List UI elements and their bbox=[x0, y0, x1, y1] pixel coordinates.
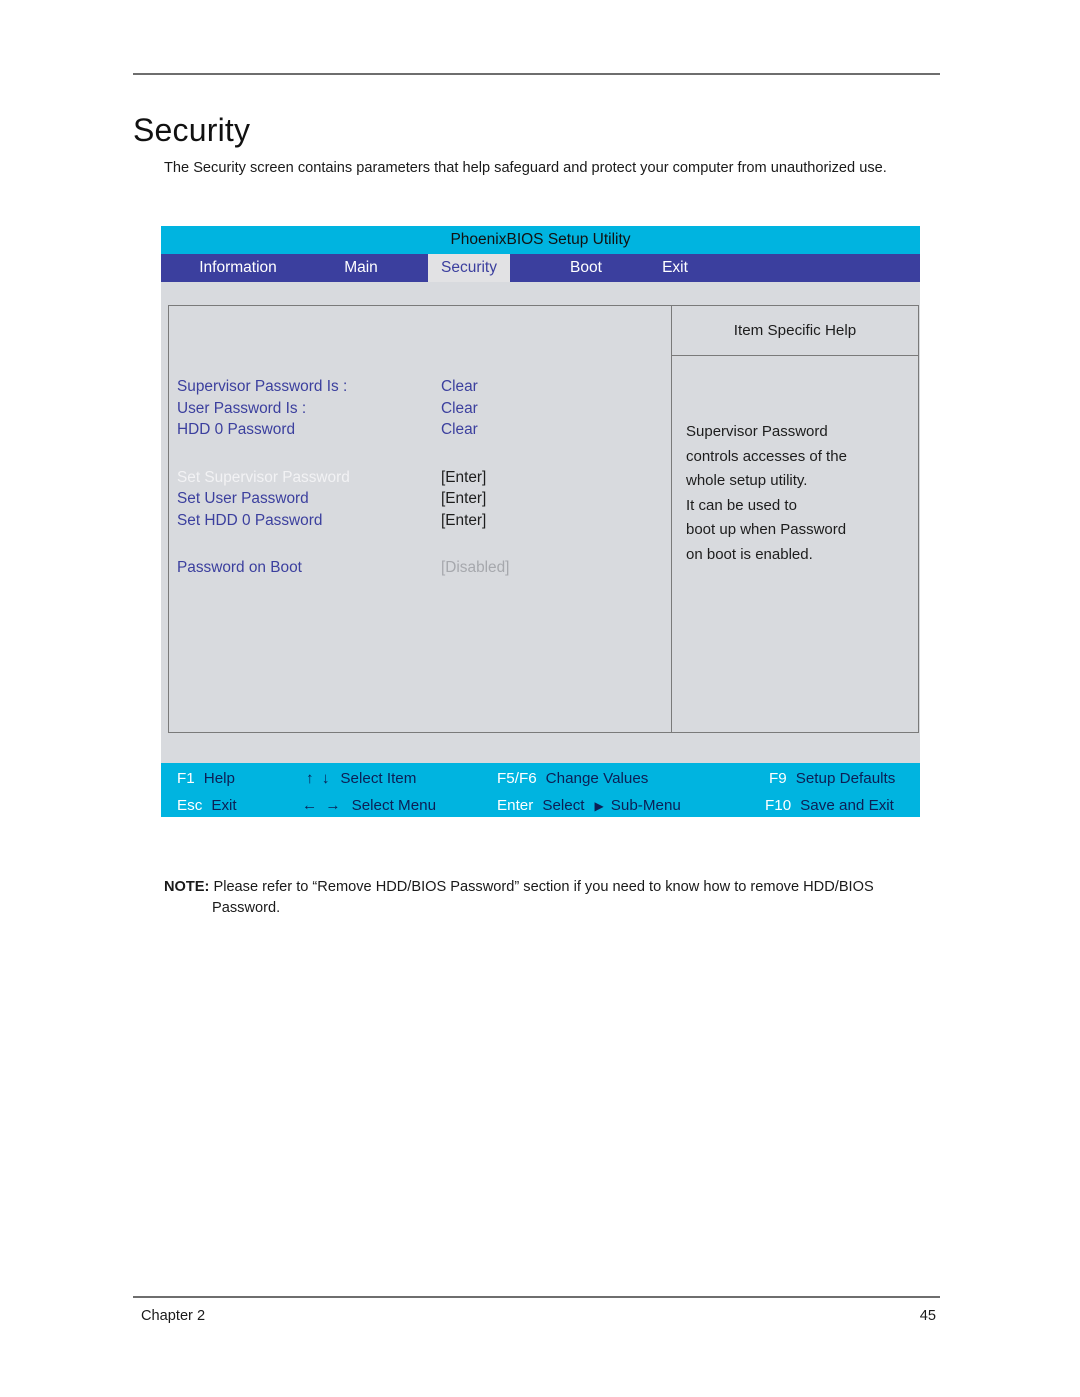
row-set-hdd-0-password[interactable]: Set HDD 0 Password [Enter] bbox=[177, 510, 667, 532]
tab-exit-label: Exit bbox=[662, 259, 688, 276]
bios-key-legend-bar: F1 Help ↑ ↓ Select Item F5/F6 Change Val… bbox=[161, 763, 920, 817]
key-description: Select bbox=[542, 797, 585, 814]
page-number: 45 bbox=[919, 1308, 936, 1324]
key-label: F1 bbox=[177, 770, 195, 787]
key-description: Setup Defaults bbox=[795, 770, 896, 787]
row-set-supervisor-password[interactable]: Set Supervisor Password [Enter] bbox=[177, 467, 667, 489]
page-bottom-rule bbox=[133, 1296, 940, 1298]
row-value: [Disabled] bbox=[441, 559, 510, 576]
bios-panels: Supervisor Password Is : Clear User Pass… bbox=[168, 305, 920, 735]
page-title: Security bbox=[133, 112, 251, 149]
tab-exit[interactable]: Exit bbox=[644, 254, 706, 282]
help-panel-title-label: Item Specific Help bbox=[733, 322, 857, 339]
row-user-password-is[interactable]: User Password Is : Clear bbox=[177, 398, 667, 420]
key-enter-select-submenu[interactable]: Enter Select ▶ Sub-Menu bbox=[497, 792, 681, 819]
intro-paragraph: The Security screen contains parameters … bbox=[164, 159, 887, 176]
key-label: Esc bbox=[177, 797, 203, 814]
help-line: whole setup utility. bbox=[686, 472, 808, 490]
key-description: Change Values bbox=[545, 770, 649, 787]
tab-boot[interactable]: Boot bbox=[548, 254, 624, 282]
row-label: Set User Password bbox=[177, 490, 309, 507]
row-label: Set HDD 0 Password bbox=[177, 511, 323, 529]
row-label: Supervisor Password Is : bbox=[177, 378, 348, 395]
bios-setup-screen: PhoenixBIOS Setup Utility Information Ma… bbox=[161, 226, 920, 817]
row-value: Clear bbox=[441, 421, 478, 438]
tab-boot-label: Boot bbox=[570, 259, 602, 276]
key-esc-exit[interactable]: Esc Exit bbox=[177, 792, 237, 819]
key-description: Help bbox=[203, 770, 235, 787]
row-value: [Enter] bbox=[441, 511, 487, 529]
arrow-up-down-icon: ↑ ↓ bbox=[306, 770, 332, 787]
key-label: F9 bbox=[769, 770, 787, 787]
row-label: Password on Boot bbox=[177, 559, 302, 576]
settings-panel: Supervisor Password Is : Clear User Pass… bbox=[168, 305, 672, 733]
bios-menu-bar: Information Main Security Boot Exit bbox=[161, 254, 920, 282]
row-spacer bbox=[177, 531, 667, 557]
help-line: on boot is enabled. bbox=[686, 545, 813, 563]
key-legend-row-1: F1 Help ↑ ↓ Select Item F5/F6 Change Val… bbox=[161, 765, 920, 792]
help-line: boot up when Password bbox=[686, 521, 847, 539]
key-leftright-select-menu[interactable]: ← → Select Menu bbox=[302, 792, 436, 819]
key-f1-help[interactable]: F1 Help bbox=[177, 765, 235, 792]
key-f5f6-change-values[interactable]: F5/F6 Change Values bbox=[497, 765, 648, 792]
note-block: NOTE: Please refer to “Remove HDD/BIOS P… bbox=[164, 877, 944, 919]
key-description-secondary: Sub-Menu bbox=[610, 797, 681, 814]
key-updown-select-item[interactable]: ↑ ↓ Select Item bbox=[306, 765, 416, 792]
row-label: User Password Is : bbox=[177, 399, 307, 417]
triangle-right-icon: ▶ bbox=[594, 798, 604, 813]
page-top-rule bbox=[133, 73, 940, 75]
help-line: Supervisor Password bbox=[686, 423, 828, 440]
key-description: Save and Exit bbox=[800, 797, 894, 814]
tab-security-label: Security bbox=[441, 259, 497, 276]
key-f9-setup-defaults[interactable]: F9 Setup Defaults bbox=[769, 765, 895, 792]
arrow-left-right-icon: ← → bbox=[302, 797, 343, 814]
help-line: It can be used to bbox=[686, 496, 797, 514]
item-specific-help-panel: Item Specific Help Supervisor Password c… bbox=[672, 305, 919, 733]
row-spacer bbox=[177, 441, 667, 467]
key-description: Select Item bbox=[340, 770, 417, 787]
bios-utility-title: PhoenixBIOS Setup Utility bbox=[450, 231, 631, 248]
row-set-user-password[interactable]: Set User Password [Enter] bbox=[177, 488, 667, 510]
key-legend-row-2: Esc Exit ← → Select Menu Enter Select ▶ … bbox=[161, 792, 920, 819]
bios-title-bar: PhoenixBIOS Setup Utility bbox=[161, 226, 920, 254]
key-label: Enter bbox=[497, 797, 534, 814]
note-label: NOTE: bbox=[164, 878, 210, 895]
key-description: Exit bbox=[211, 797, 237, 814]
row-value: Clear bbox=[441, 399, 478, 417]
tab-main[interactable]: Main bbox=[318, 254, 404, 282]
row-hdd-0-password[interactable]: HDD 0 Password Clear bbox=[177, 419, 667, 441]
note-text: Please refer to “Remove HDD/BIOS Passwor… bbox=[213, 878, 874, 895]
row-password-on-boot[interactable]: Password on Boot [Disabled] bbox=[177, 557, 667, 579]
row-value: [Enter] bbox=[441, 490, 487, 507]
row-label: HDD 0 Password bbox=[177, 421, 296, 438]
key-description: Select Menu bbox=[351, 797, 437, 814]
tab-main-label: Main bbox=[344, 259, 378, 276]
row-value: [Enter] bbox=[441, 468, 487, 486]
tab-information[interactable]: Information bbox=[178, 254, 298, 282]
tab-security[interactable]: Security bbox=[428, 254, 510, 282]
tab-information-label: Information bbox=[199, 259, 277, 276]
help-line: controls accesses of the bbox=[686, 447, 847, 465]
row-label: Set Supervisor Password bbox=[177, 468, 350, 486]
row-supervisor-password-is[interactable]: Supervisor Password Is : Clear bbox=[177, 376, 667, 398]
help-panel-title: Item Specific Help bbox=[672, 306, 918, 356]
note-text-continued: Password. bbox=[212, 899, 281, 916]
help-panel-text: Supervisor Password controls accesses of… bbox=[686, 420, 911, 568]
key-label: F5/F6 bbox=[497, 770, 537, 787]
key-label: F10 bbox=[765, 797, 792, 814]
row-value: Clear bbox=[441, 378, 478, 395]
settings-list: Supervisor Password Is : Clear User Pass… bbox=[177, 376, 667, 579]
key-f10-save-and-exit[interactable]: F10 Save and Exit bbox=[765, 792, 894, 819]
